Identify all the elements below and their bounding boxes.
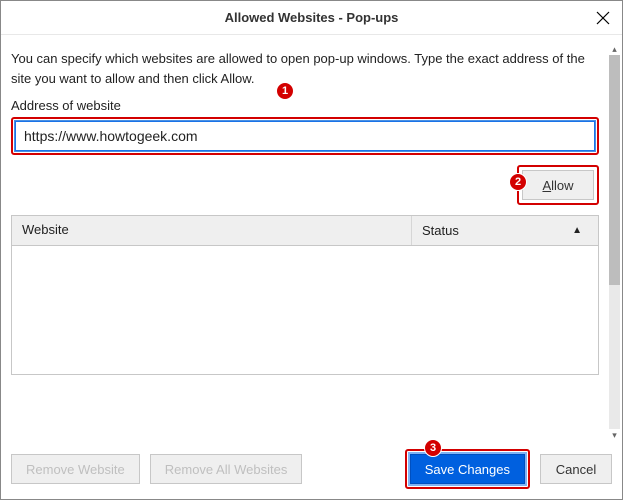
save-changes-button[interactable]: Save Changes <box>410 454 525 484</box>
address-input[interactable] <box>15 121 595 151</box>
close-icon <box>596 11 610 25</box>
allow-button[interactable]: Allow <box>522 170 594 200</box>
dialog-footer: Remove Website Remove All Websites Save … <box>11 449 612 489</box>
annotation-badge-1: 1 <box>276 82 294 100</box>
scrollbar-up-icon[interactable]: ▴ <box>609 43 620 55</box>
cancel-button[interactable]: Cancel <box>540 454 612 484</box>
intro-text: You can specify which websites are allow… <box>11 49 599 88</box>
dialog-title: Allowed Websites - Pop-ups <box>225 10 399 25</box>
sort-arrow-icon: ▲ <box>572 225 588 236</box>
close-button[interactable] <box>592 7 614 29</box>
dialog-titlebar: Allowed Websites - Pop-ups <box>1 1 622 35</box>
column-status[interactable]: Status ▲ <box>412 216 598 245</box>
column-status-label: Status <box>422 223 459 238</box>
scrollbar-thumb[interactable] <box>609 55 620 285</box>
address-label: Address of website <box>11 98 121 113</box>
save-highlight: Save Changes <box>405 449 530 489</box>
table-body-empty <box>12 246 598 374</box>
address-label-row: Address of website <box>11 98 599 113</box>
scrollbar-down-icon[interactable]: ▾ <box>609 429 620 441</box>
scrollbar[interactable]: ▴ ▾ <box>609 45 620 439</box>
footer-left: Remove Website Remove All Websites <box>11 454 302 484</box>
table-header: Website Status ▲ <box>12 216 598 246</box>
remove-all-button[interactable]: Remove All Websites <box>150 454 303 484</box>
allow-highlight: Allow <box>517 165 599 205</box>
annotation-badge-2: 2 <box>509 173 527 191</box>
annotation-badge-3: 3 <box>424 439 442 457</box>
remove-website-button[interactable]: Remove Website <box>11 454 140 484</box>
address-highlight <box>11 117 599 155</box>
websites-table: Website Status ▲ <box>11 215 599 375</box>
dialog-content: You can specify which websites are allow… <box>1 35 609 429</box>
column-website[interactable]: Website <box>12 216 412 245</box>
